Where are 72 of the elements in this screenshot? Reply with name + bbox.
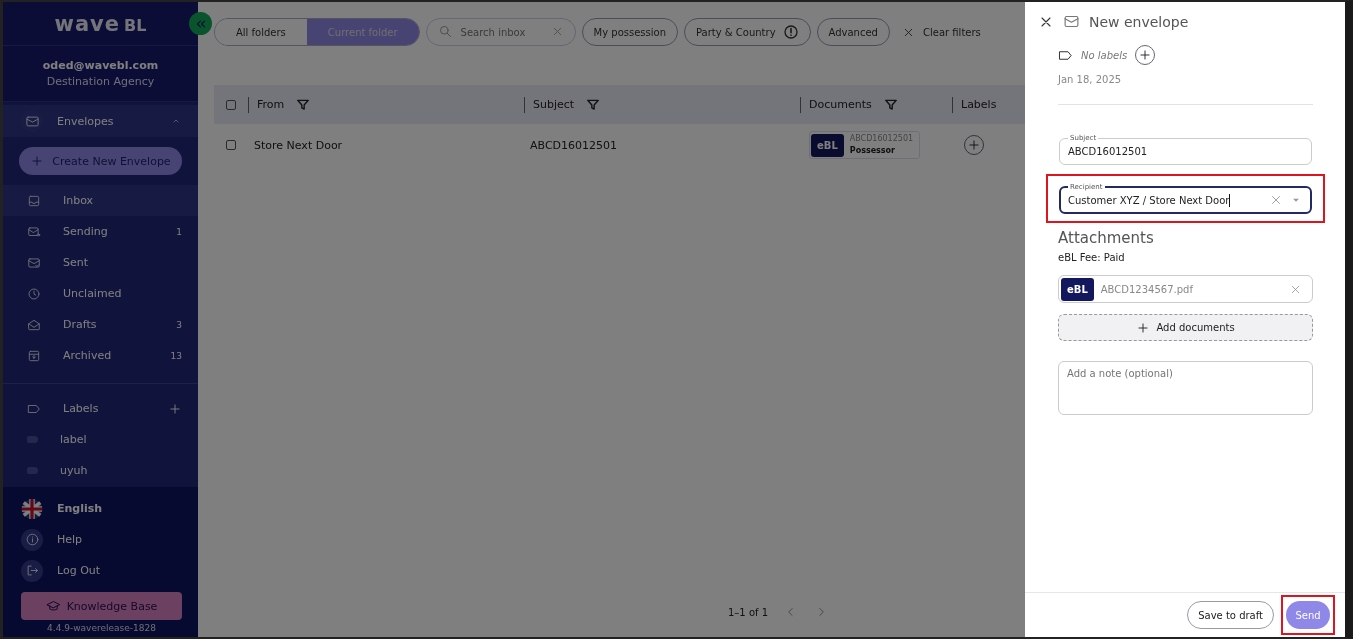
- language-link[interactable]: English: [57, 502, 103, 515]
- attachment-item[interactable]: eBL ABCD1234567.pdf: [1058, 275, 1313, 303]
- ebl-badge: eBL: [811, 133, 844, 157]
- table-cell: Store Next Door: [254, 138, 343, 152]
- logo: wave BL: [54, 11, 147, 36]
- note-field[interactable]: Add a note (optional): [1058, 361, 1313, 415]
- count: 3: [176, 319, 182, 330]
- ebl-badge: eBL: [1061, 277, 1094, 301]
- add-label-button[interactable]: [964, 135, 984, 155]
- folder-item[interactable]: Sent: [3, 247, 198, 278]
- logout-icon: [24, 563, 40, 578]
- folder-item[interactable]: Unclaimed: [3, 278, 198, 309]
- inbox-icon: [27, 193, 41, 208]
- envelopes-section[interactable]: Envelopes: [3, 105, 198, 137]
- add-documents-button[interactable]: Add documents: [1058, 314, 1313, 341]
- document-number: ABCD16012501: [849, 133, 914, 145]
- folder-item[interactable]: Archived 13: [3, 340, 198, 371]
- flag-icon: [21, 497, 43, 520]
- checkbox[interactable]: [226, 99, 236, 110]
- send-button[interactable]: Send: [1286, 601, 1330, 629]
- envelope-check-icon: [27, 255, 41, 270]
- filter-button[interactable]: Advanced: [816, 18, 890, 46]
- column-header: Documents: [809, 98, 872, 111]
- archive-box-icon: [27, 348, 41, 363]
- count: 1: [176, 226, 182, 237]
- exclamation-icon: [782, 24, 799, 40]
- label-item[interactable]: label: [60, 433, 182, 446]
- filter-button[interactable]: My possession: [581, 18, 678, 46]
- folder-item[interactable]: Inbox: [3, 185, 198, 216]
- save-draft-button[interactable]: Save to draft: [1187, 601, 1274, 629]
- info-icon: [24, 532, 40, 547]
- account-organization: Destination Agency: [46, 75, 155, 88]
- date-text: Jan 18, 2025: [1058, 74, 1123, 85]
- graduation-cap-icon: [45, 598, 61, 614]
- filter-button[interactable]: Party & Country: [684, 18, 811, 46]
- count: 13: [170, 350, 182, 361]
- help-link[interactable]: Help: [57, 533, 83, 546]
- envelope-icon: [24, 113, 40, 129]
- section-label: Labels: [63, 402, 100, 415]
- clock-icon: [27, 286, 41, 301]
- add-label-button[interactable]: [1135, 45, 1156, 65]
- document-chip[interactable]: eBL ABCD16012501 Possessor: [809, 131, 921, 159]
- logout-link[interactable]: Log Out: [57, 564, 101, 577]
- folder-item[interactable]: Drafts 3: [3, 309, 198, 340]
- document-role: Possessor: [849, 145, 897, 157]
- search-icon: [437, 24, 453, 39]
- envelope-icon: [1063, 13, 1080, 30]
- version-text: 4.4.9-waverelease-1828: [46, 623, 157, 633]
- close-icon: [1269, 193, 1283, 207]
- section-label: Envelopes: [57, 114, 115, 128]
- plus-icon: [967, 138, 981, 152]
- section-heading: Attachments: [1058, 229, 1155, 247]
- table-cell: ABCD16012501: [530, 138, 618, 152]
- folder-item[interactable]: Sending 1: [3, 216, 198, 247]
- column-header: From: [257, 98, 285, 111]
- pagination-range: 1–1 of 1: [728, 606, 769, 618]
- column-header: Labels: [961, 98, 997, 111]
- label-item[interactable]: uyuh: [60, 464, 182, 477]
- open-envelope-icon: [27, 317, 41, 332]
- fee-status: eBL Fee: Paid: [1058, 252, 1126, 263]
- collapse-button[interactable]: [189, 12, 212, 35]
- plus-icon: [168, 401, 182, 416]
- plus-icon: [30, 154, 45, 168]
- plus-icon: [1138, 48, 1153, 62]
- clear-filters-button[interactable]: Clear filters: [895, 25, 987, 39]
- column-header: Subject: [533, 98, 575, 111]
- drawer-title: New envelope: [1089, 13, 1189, 30]
- checkbox[interactable]: [226, 140, 236, 150]
- plus-icon: [1136, 320, 1151, 335]
- empty-labels-text: No labels: [1081, 49, 1128, 61]
- account-email: oded@wavebl.com: [42, 59, 159, 72]
- search-field[interactable]: Search inbox: [425, 18, 576, 46]
